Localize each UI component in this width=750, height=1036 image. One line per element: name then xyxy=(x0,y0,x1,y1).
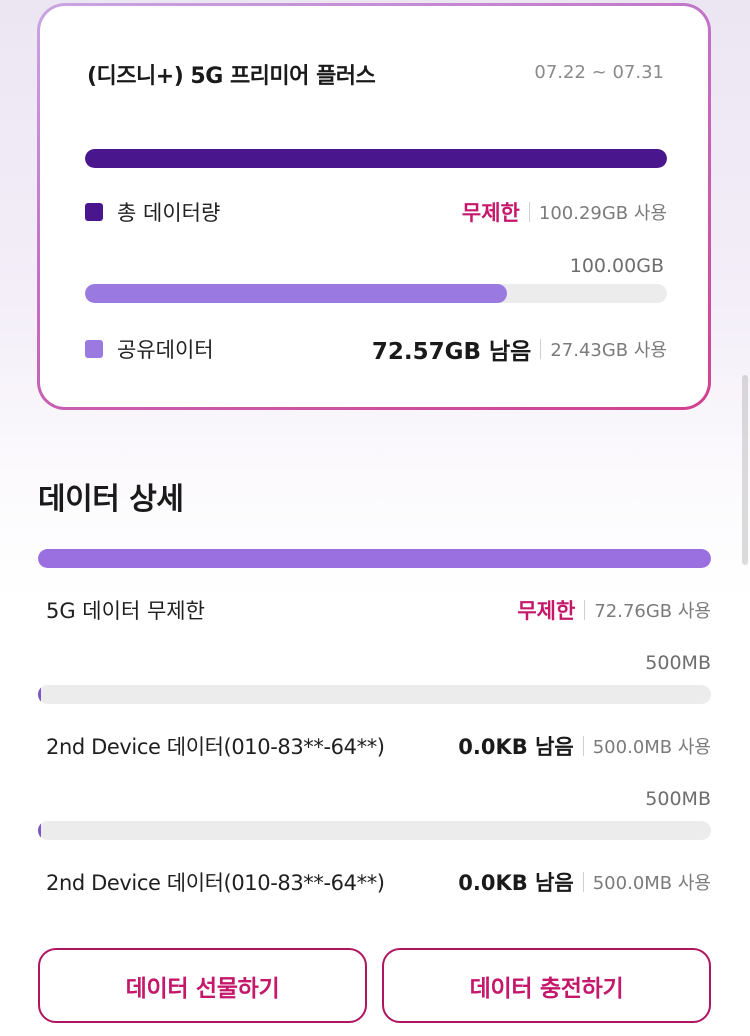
charge-data-button[interactable]: 데이터 충전하기 xyxy=(382,948,711,1023)
shared-data-remaining: 72.57GB 남음 xyxy=(371,339,532,365)
shared-data-row: 공유데이터 72.57GB 남음 27.43GB 사용 xyxy=(85,334,667,365)
detail-item-used: 72.76GB 사용 xyxy=(594,601,711,622)
detail-progress-fill xyxy=(38,549,711,568)
detail-item-2nd-device: 2nd Device 데이터(010-83**-64**) 0.0KB 남음 5… xyxy=(46,865,711,899)
billing-period: 07.22 ~ 07.31 xyxy=(534,62,664,83)
shared-data-progress-bar xyxy=(85,284,667,303)
detail-item-capacity: 500MB xyxy=(645,788,711,810)
detail-item-capacity: 500MB xyxy=(645,652,711,674)
detail-item-label: 2nd Device 데이터(010-83**-64**) xyxy=(46,735,385,759)
divider xyxy=(582,736,584,756)
detail-item-status: 무제한 xyxy=(517,599,576,623)
shared-data-label: 공유데이터 xyxy=(117,338,214,362)
divider xyxy=(540,339,542,359)
divider xyxy=(582,872,584,892)
total-data-label: 총 데이터량 xyxy=(117,201,221,225)
detail-progress-fill xyxy=(38,821,41,840)
total-data-row: 총 데이터량 무제한 100.29GB 사용 xyxy=(85,197,667,227)
detail-item-used: 500.0MB 사용 xyxy=(592,873,711,894)
data-detail-heading: 데이터 상세 xyxy=(38,482,184,517)
shared-data-capacity: 100.00GB xyxy=(569,255,664,277)
detail-progress-fill xyxy=(38,685,41,704)
detail-item-label: 5G 데이터 무제한 xyxy=(46,599,205,623)
detail-progress-bar xyxy=(38,821,711,840)
divider xyxy=(528,202,530,222)
total-data-progress-fill xyxy=(85,149,667,168)
total-data-legend-swatch xyxy=(85,203,103,221)
total-data-status: 무제한 xyxy=(461,201,520,225)
plan-title: (디즈니+) 5G 프리미어 플러스 xyxy=(87,64,376,89)
detail-progress-bar xyxy=(38,549,711,568)
detail-item-used: 500.0MB 사용 xyxy=(592,737,711,758)
detail-item-2nd-device: 2nd Device 데이터(010-83**-64**) 0.0KB 남음 5… xyxy=(46,729,711,763)
data-usage-screen: (디즈니+) 5G 프리미어 플러스 07.22 ~ 07.31 총 데이터량 … xyxy=(0,0,750,1036)
plan-card-body: (디즈니+) 5G 프리미어 플러스 07.22 ~ 07.31 총 데이터량 … xyxy=(40,6,708,407)
detail-item-label: 2nd Device 데이터(010-83**-64**) xyxy=(46,871,385,895)
shared-data-progress-fill xyxy=(85,284,508,303)
detail-item-remaining: 0.0KB 남음 xyxy=(458,871,574,895)
scrollbar[interactable] xyxy=(742,375,748,565)
detail-item-remaining: 0.0KB 남음 xyxy=(458,735,574,759)
detail-progress-bar xyxy=(38,685,711,704)
shared-data-legend-swatch xyxy=(85,340,103,358)
shared-data-used: 27.43GB 사용 xyxy=(550,340,667,361)
gift-data-button[interactable]: 데이터 선물하기 xyxy=(38,948,367,1023)
total-data-used: 100.29GB 사용 xyxy=(538,203,667,224)
total-data-progress-bar xyxy=(85,149,667,168)
divider xyxy=(584,600,586,620)
detail-item-5g-unlimited: 5G 데이터 무제한 무제한 72.76GB 사용 xyxy=(46,593,711,627)
plan-card: (디즈니+) 5G 프리미어 플러스 07.22 ~ 07.31 총 데이터량 … xyxy=(37,3,711,410)
